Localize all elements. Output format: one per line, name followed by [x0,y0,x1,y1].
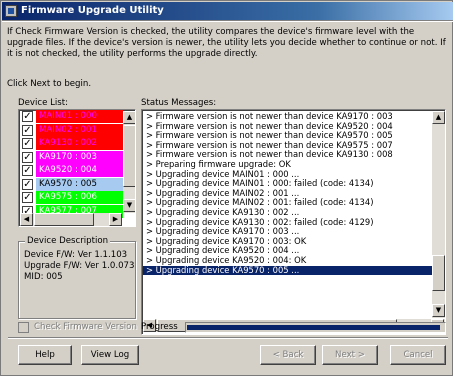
device-list-vscrollbar[interactable]: ▲ ▼ [123,111,135,213]
scroll-up-icon[interactable]: ▲ [432,111,445,124]
firmware-upgrade-window: Firmware Upgrade Utility If Check Firmwa… [0,0,453,376]
window-title: Firmware Upgrade Utility [21,5,164,16]
upgrade-fw-version: Upgrade F/W: Ver 1.0.073 [24,261,135,271]
back-button[interactable]: < Back [260,345,316,365]
cancel-button[interactable]: Cancel [390,345,446,365]
status-lines: > Firmware version is not newer than dev… [143,111,433,276]
check-firmware-label: Check Firmware Version [34,322,137,332]
device-list-hscrollbar[interactable]: ◀ ▶ [20,213,122,226]
bottom-divider [8,337,448,339]
device-list-item[interactable]: ✓ KA9130 : 002 [19,137,123,151]
firmware-app-icon [5,5,17,17]
device-label: MAIN01 : 000 [36,110,123,123]
device-list-item[interactable]: ✓ KA9170 : 003 [19,150,123,165]
device-list-items: ✓ MAIN01 : 000 ✓ MAIN02 : 001 ✓ KA9130 : 002 ✓… [19,110,135,218]
device-label: KA9575 : 006 [36,191,123,204]
progress-bar [185,322,446,333]
device-list-item[interactable]: ✓ MAIN01 : 000 [19,110,123,124]
hscroll-thumb[interactable] [34,213,94,226]
view-log-button[interactable]: View Log [81,345,139,365]
scroll-down-icon[interactable]: ▼ [432,304,445,317]
device-label: KA9130 : 002 [36,137,123,150]
device-label: KA9570 : 005 [36,177,123,191]
status-messages-box[interactable]: > Firmware version is not newer than dev… [141,109,446,335]
click-next-text: Click Next to begin. [7,79,92,89]
device-label: KA9520 : 004 [36,164,123,177]
device-list-item[interactable]: ✓ KA9520 : 004 [19,164,123,178]
title-bar[interactable]: Firmware Upgrade Utility [2,2,453,20]
device-list-item[interactable]: ✓ MAIN02 : 001 [19,123,123,138]
scroll-thumb[interactable] [432,255,445,291]
device-checkbox[interactable]: ✓ [22,111,33,122]
status-vscrollbar[interactable]: ▲ ▼ [432,111,445,318]
device-description-title: Device Description [25,236,111,246]
device-description-group: Device Description Device F/W: Ver 1.1.1… [18,236,136,319]
scroll-up-icon[interactable]: ▲ [123,111,135,124]
scroll-left-icon[interactable]: ◀ [20,213,33,226]
status-message-line[interactable]: > Upgrading device KA9570 : 005 ... [143,265,433,276]
device-checkbox[interactable]: ✓ [22,192,33,203]
device-list-item[interactable]: ✓ KA9575 : 006 [19,191,123,205]
device-checkbox[interactable]: ✓ [22,151,33,163]
device-mid: MID: 005 [24,272,63,282]
device-list[interactable]: ✓ MAIN01 : 000 ✓ MAIN02 : 001 ✓ KA9130 : 002 ✓… [18,109,136,227]
device-fw-version: Device F/W: Ver 1.1.103 [24,250,128,260]
scroll-thumb[interactable] [123,125,135,187]
device-label: MAIN02 : 001 [36,123,123,137]
status-messages-label: Status Messages: [141,98,217,108]
scroll-right-icon[interactable]: ▶ [109,213,122,226]
device-checkbox[interactable]: ✓ [22,165,33,176]
device-checkbox[interactable]: ✓ [22,178,33,190]
help-button[interactable]: Help [18,345,72,365]
device-list-label: Device List: [18,98,69,108]
next-button[interactable]: Next > [322,345,378,365]
device-list-item[interactable]: ✓ KA9570 : 005 [19,177,123,192]
scroll-down-icon[interactable]: ▼ [123,199,135,212]
title-divider [2,20,453,22]
checkbox-box[interactable] [18,322,29,333]
progress-label: Progress [141,322,178,332]
device-checkbox[interactable]: ✓ [22,124,33,136]
progress-fill [187,325,441,330]
device-label: KA9170 : 003 [36,150,123,164]
device-checkbox[interactable]: ✓ [22,138,33,149]
intro-text: If Check Firmware Version is checked, th… [7,27,446,59]
